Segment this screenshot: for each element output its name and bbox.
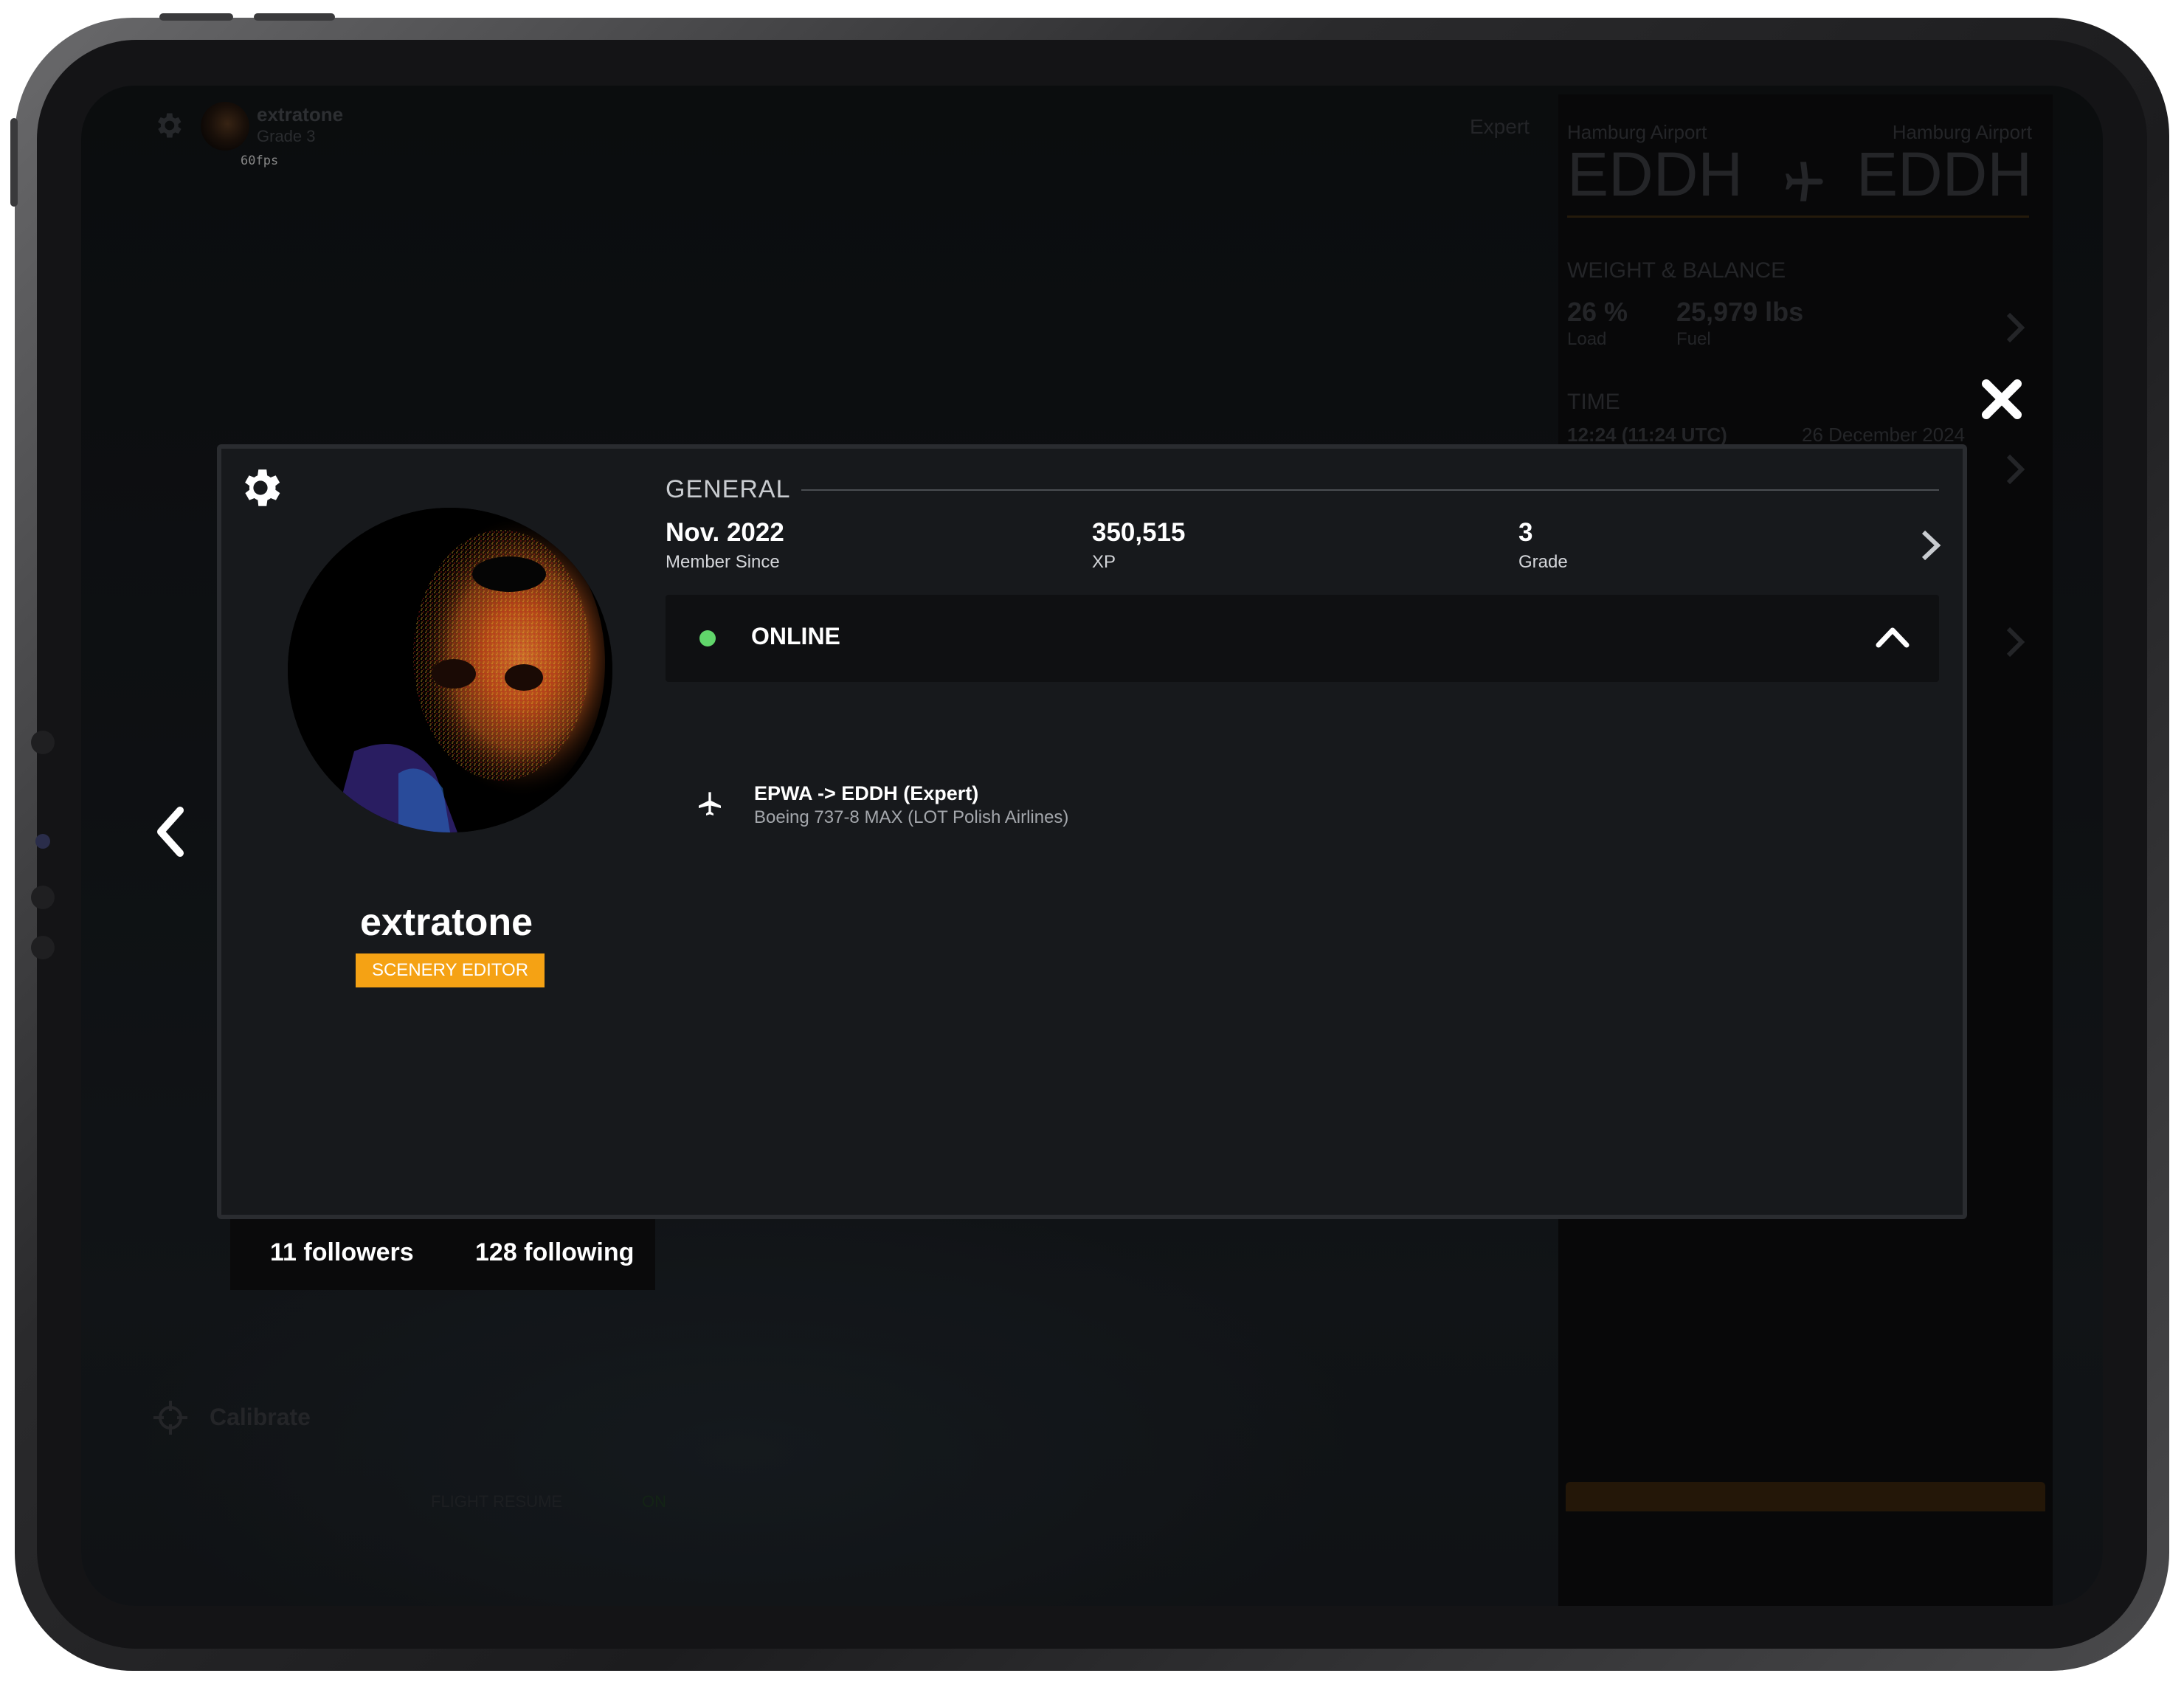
flight-section-header: . [666,807,1939,836]
camera-lens [35,834,50,849]
xp-value: 350,515 [1092,518,1186,547]
grade-value: 3 [1518,518,1533,547]
sensor-dot [31,731,55,754]
profile-avatar [288,508,612,832]
volume-button [254,13,335,21]
chevron-up-icon[interactable] [1876,624,1910,653]
online-label: ONLINE [751,623,840,649]
back-chevron-icon[interactable] [153,806,186,858]
close-icon[interactable] [1980,378,2023,421]
member-since-label: Member Since [666,552,780,572]
online-dot-icon [699,630,716,646]
profile-modal: extratone SCENERY EDITOR 11 followers 12… [217,444,1967,1290]
sensor-dot [31,886,55,909]
volume-button [159,13,233,21]
member-since-value: Nov. 2022 [666,518,784,547]
role-badge: SCENERY EDITOR [356,953,545,987]
grade-chevron-right-icon[interactable] [1920,528,1942,562]
following-button[interactable]: 128 following [475,1238,634,1267]
followers-button[interactable]: 11 followers [270,1238,414,1267]
follow-bar: 11 followers 128 following [230,1219,655,1290]
online-status-row[interactable]: ONLINE [666,595,1939,682]
sensor-dot [31,936,55,959]
power-button [10,118,18,207]
grade-label: Grade [1518,552,1568,572]
screen: Hamburg Airport EDDH Hamburg Airport EDD… [81,86,2103,1606]
flight-route[interactable]: EPWA -> EDDH (Expert) [754,782,978,805]
general-header-text: GENERAL [666,475,791,503]
profile-username: extratone [359,901,533,944]
role-badge-label: SCENERY EDITOR [371,960,529,980]
settings-gear-icon[interactable] [236,463,285,512]
xp-label: XP [1092,552,1116,572]
general-header: GENERAL [666,475,1939,504]
